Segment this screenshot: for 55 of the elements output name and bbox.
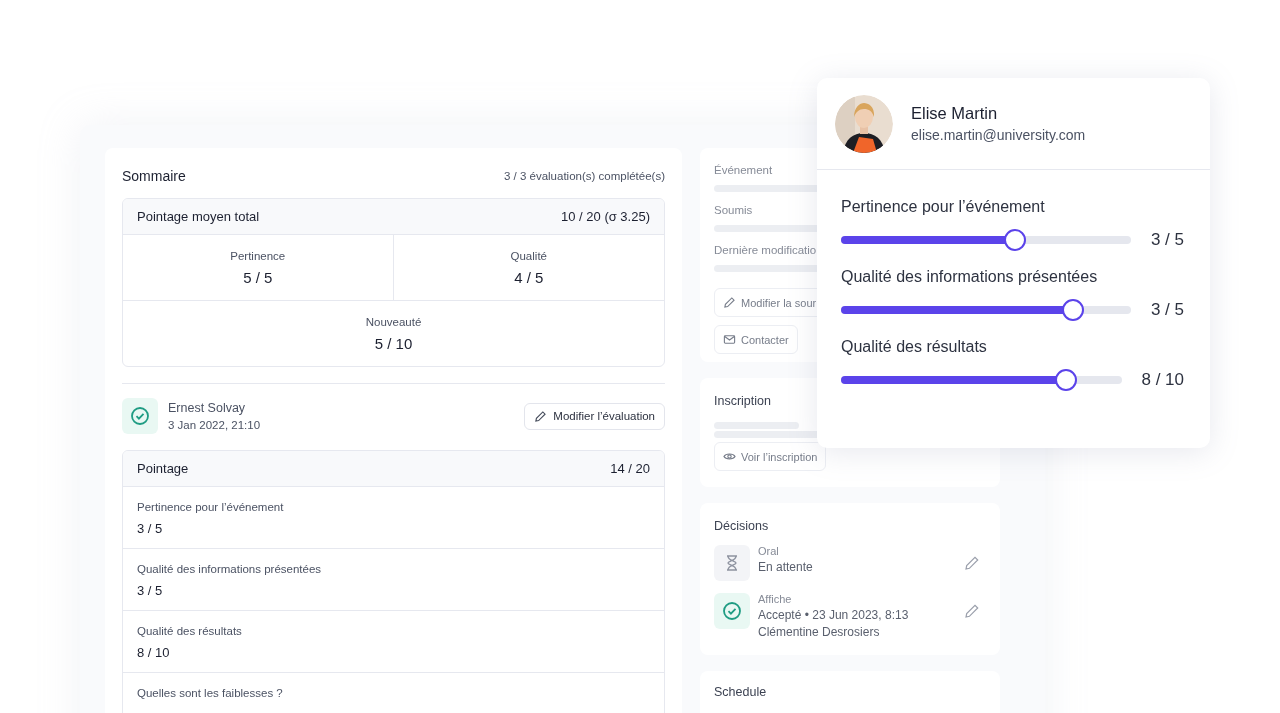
slider-value: 3 / 5: [1150, 300, 1184, 320]
user-name: Elise Martin: [911, 104, 999, 123]
slider-value: 3 / 5: [1150, 230, 1184, 250]
slider-value: 8 / 10: [1141, 370, 1184, 390]
field-label: Dernière modificatio: [714, 244, 817, 256]
criterion-score: 4 / 5: [514, 268, 544, 286]
criterion-score: 3 / 5: [137, 521, 164, 536]
mail-icon: [723, 333, 736, 346]
slider-thumb[interactable]: [1062, 299, 1084, 321]
field-label: Soumis: [714, 204, 753, 216]
slider-label: Pertinence pour l’événement: [841, 198, 1046, 216]
edit-evaluation-button[interactable]: Modifier l’évaluation: [524, 402, 665, 430]
pencil-icon: [723, 296, 736, 309]
criterion-score: 8 / 10: [137, 645, 171, 660]
criterion-score: 5 / 10: [374, 334, 413, 352]
decision-category: Oral: [758, 545, 780, 557]
hourglass-icon: [714, 545, 750, 581]
slider-label: Qualité des informations présentées: [841, 268, 1099, 286]
criterion-score: 5 / 5: [243, 268, 273, 286]
card-title: Décisions: [714, 519, 770, 533]
reviewer-name: Clémentine Desrosiers: [758, 625, 881, 639]
criterion-label: Qualité des informations présentées: [137, 563, 323, 575]
criterion-label: Qualité des résultats: [137, 625, 243, 637]
decision-status: Accepté • 23 Jun 2023, 8:13: [758, 608, 910, 622]
slider-thumb[interactable]: [1004, 229, 1026, 251]
slider-label: Qualité des résultats: [841, 338, 988, 356]
rating-slider[interactable]: [841, 298, 1131, 322]
rating-slider[interactable]: [841, 368, 1122, 392]
card-title: Inscription: [714, 394, 772, 408]
pencil-icon: [534, 409, 548, 423]
table-header: Pointage: [137, 461, 189, 476]
card-title: Sommaire: [122, 168, 186, 184]
check-icon: [714, 593, 750, 629]
action-button[interactable]: Contacter: [714, 325, 798, 354]
completion-count: 3 / 3 évaluation(s) complétée(s): [503, 170, 665, 182]
criterion-label: Qualité: [510, 249, 547, 262]
criterion-label: Nouveauté: [365, 315, 422, 328]
user-email: elise.martin@university.com: [911, 127, 1086, 143]
card-title: Schedule: [714, 685, 768, 699]
criterion-label: Pertinence pour l’événement: [137, 501, 285, 513]
rating-slider[interactable]: [841, 228, 1131, 252]
decision-category: Affiche: [758, 593, 793, 605]
view-inscription-button[interactable]: Voir l’inscription: [714, 442, 827, 471]
field-label: Événement: [714, 164, 773, 176]
total-score: 14 / 20: [610, 461, 650, 476]
slider-thumb[interactable]: [1054, 369, 1077, 391]
total-score: 10 / 20 (σ 3.25): [561, 209, 650, 224]
evaluation-date: 3 Jan 2022, 21:10: [168, 419, 261, 431]
criterion-label: Pertinence: [230, 249, 286, 262]
criterion-score: 3 / 5: [137, 583, 164, 598]
eye-icon: [723, 450, 736, 463]
decision-status: En attente: [758, 560, 814, 574]
evaluator-name: Ernest Solvay: [168, 401, 247, 415]
table-header: Pointage moyen total: [137, 209, 260, 224]
question-label: Quelles sont les faiblesses ?: [137, 687, 284, 699]
